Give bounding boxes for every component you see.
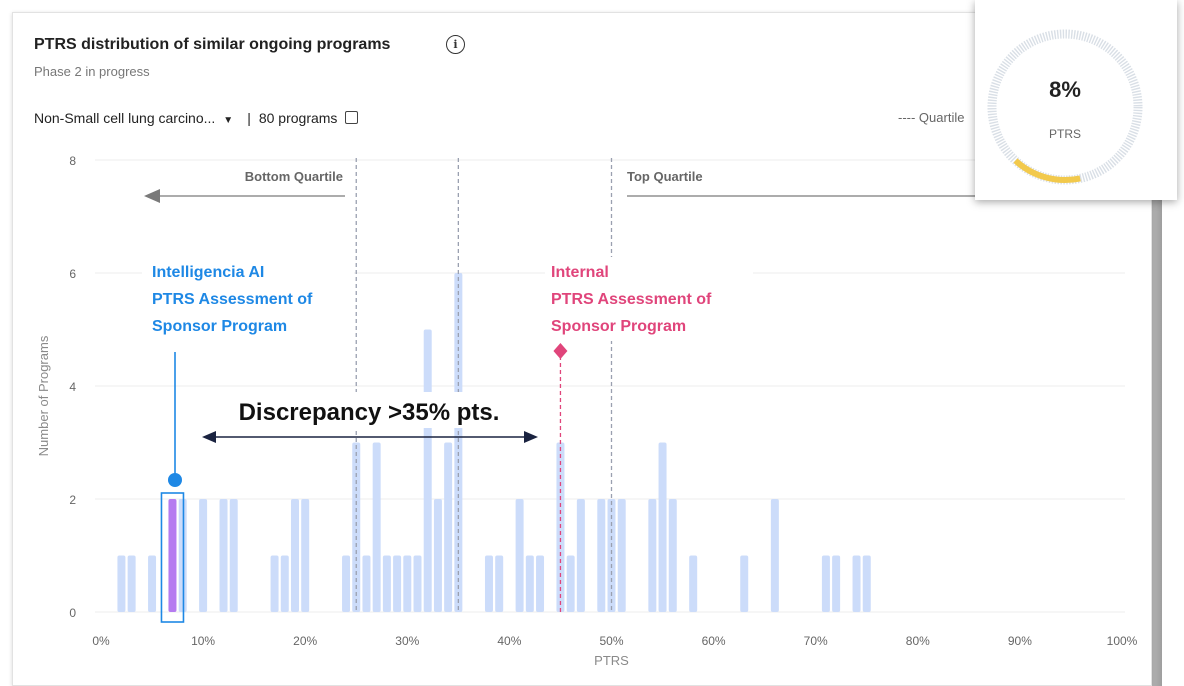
- y-axis: 0 2 4 6 8: [69, 154, 76, 620]
- top-quartile-label: Top Quartile: [627, 169, 703, 184]
- internal-label-line1: Internal: [551, 264, 609, 281]
- x-tick-label: 40%: [497, 634, 521, 648]
- histogram-bar[interactable]: [444, 442, 453, 613]
- x-tick-label: 30%: [395, 634, 419, 648]
- discrepancy-arrowhead-left: [202, 431, 216, 443]
- x-axis: 0% 10% 20% 30% 40% 50% 60% 70% 80% 90% 100%: [92, 634, 1137, 648]
- histogram-bar[interactable]: [393, 555, 402, 613]
- x-tick-label: 60%: [702, 634, 726, 648]
- ptrs-score-card: 8% PTRS: [975, 0, 1177, 200]
- histogram-bar[interactable]: [770, 499, 779, 612]
- bottom-quartile-annotation: Bottom Quartile: [144, 164, 347, 203]
- x-tick-label: 100%: [1107, 634, 1138, 648]
- quartile-lines: [355, 158, 613, 612]
- histogram-bar[interactable]: [832, 555, 841, 613]
- internal-label-line3: Sponsor Program: [551, 318, 686, 335]
- discrepancy-arrowhead-right: [524, 431, 538, 443]
- top-quartile-annotation: Top Quartile: [620, 164, 990, 197]
- x-tick-label: 50%: [599, 634, 623, 648]
- histogram-bar[interactable]: [862, 555, 871, 613]
- x-tick-label: 90%: [1008, 634, 1032, 648]
- histogram-bar[interactable]: [454, 273, 463, 612]
- histogram-bar[interactable]: [117, 555, 126, 613]
- histogram-bar[interactable]: [229, 499, 238, 612]
- ptrs-gauge: 8% PTRS: [987, 29, 1143, 185]
- histogram-bar[interactable]: [382, 555, 391, 613]
- y-tick-label: 6: [69, 267, 76, 281]
- y-tick-label: 0: [69, 606, 76, 620]
- histogram-bar[interactable]: [484, 555, 493, 613]
- x-tick-label: 20%: [293, 634, 317, 648]
- x-tick-label: 70%: [804, 634, 828, 648]
- x-tick-label: 10%: [191, 634, 215, 648]
- histogram-bar[interactable]: [852, 555, 861, 613]
- y-tick-label: 2: [69, 493, 76, 507]
- histogram-bar[interactable]: [413, 555, 422, 613]
- histogram-bar[interactable]: [525, 555, 534, 613]
- highlighted-bar[interactable]: [168, 499, 177, 612]
- ai-label-line1: Intelligencia AI: [152, 264, 264, 281]
- ai-label-line2: PTRS Assessment of: [152, 291, 313, 308]
- bottom-quartile-arrowhead: [144, 189, 160, 203]
- histogram-bar[interactable]: [290, 499, 299, 612]
- x-tick-label: 0%: [92, 634, 110, 648]
- histogram-bar[interactable]: [342, 555, 351, 613]
- histogram-bar[interactable]: [689, 555, 698, 613]
- histogram-bar[interactable]: [740, 555, 749, 613]
- histogram-bar[interactable]: [658, 442, 667, 613]
- histogram-bar[interactable]: [536, 555, 545, 613]
- histogram-bar[interactable]: [566, 555, 575, 613]
- histogram-bar[interactable]: [148, 555, 157, 613]
- gauge-track: [987, 29, 1143, 185]
- histogram-bar[interactable]: [199, 499, 208, 612]
- histogram-bar[interactable]: [433, 499, 442, 612]
- discrepancy-label: Discrepancy >35% pts.: [239, 399, 500, 426]
- x-axis-label: PTRS: [594, 653, 629, 668]
- discrepancy-annotation: Discrepancy >35% pts.: [202, 392, 538, 443]
- histogram-bar[interactable]: [403, 555, 412, 613]
- histogram-bar[interactable]: [617, 499, 626, 612]
- y-tick-label: 8: [69, 154, 76, 168]
- histogram-bar[interactable]: [576, 499, 585, 612]
- histogram-bar[interactable]: [219, 499, 228, 612]
- gauge-fill: [989, 31, 1141, 183]
- histogram-bar[interactable]: [423, 329, 432, 613]
- x-tick-label: 80%: [906, 634, 930, 648]
- histogram-bar[interactable]: [648, 499, 657, 612]
- histogram-bar[interactable]: [127, 555, 136, 613]
- y-tick-label: 4: [69, 380, 76, 394]
- histogram-bar[interactable]: [668, 499, 677, 612]
- ptrs-value: 8%: [1049, 77, 1081, 102]
- histogram-bar[interactable]: [301, 499, 310, 612]
- internal-marker: [553, 343, 568, 359]
- internal-label-line2: PTRS Assessment of: [551, 291, 712, 308]
- ai-marker: [168, 473, 182, 487]
- histogram-bar[interactable]: [362, 555, 371, 613]
- ptrs-label: PTRS: [1049, 127, 1081, 141]
- histogram-bar[interactable]: [270, 555, 279, 613]
- histogram-bar[interactable]: [515, 499, 524, 612]
- histogram-bar[interactable]: [821, 555, 830, 613]
- histogram-bar[interactable]: [597, 499, 606, 612]
- histogram-bar[interactable]: [495, 555, 504, 613]
- bottom-quartile-label: Bottom Quartile: [245, 169, 343, 184]
- ai-label-line3: Sponsor Program: [152, 318, 287, 335]
- histogram-bar[interactable]: [372, 442, 381, 613]
- histogram-bar[interactable]: [280, 555, 289, 613]
- y-axis-label: Number of Programs: [36, 335, 51, 456]
